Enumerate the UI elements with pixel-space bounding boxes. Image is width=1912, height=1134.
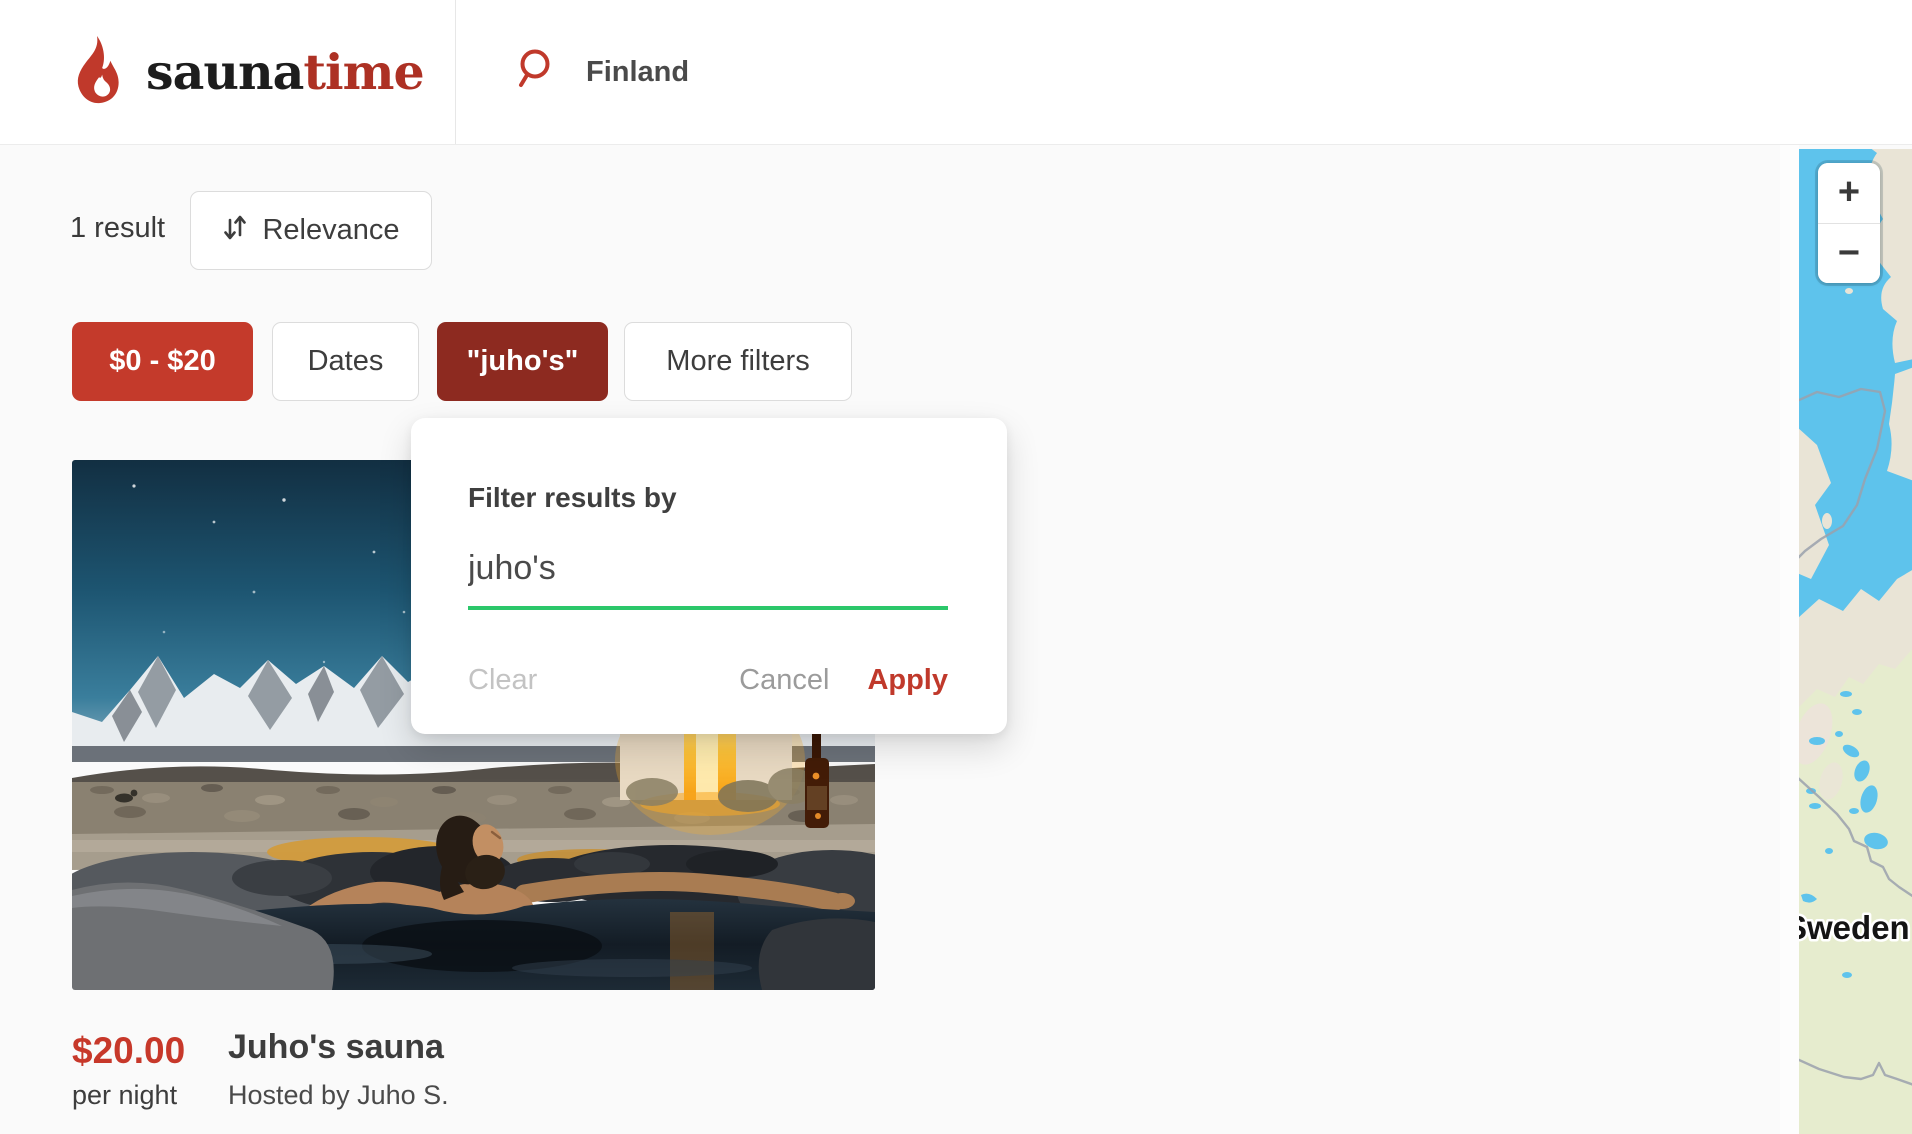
listing-title: Juho's sauna (228, 1028, 444, 1067)
filter-term-button[interactable]: "juho's" (437, 322, 608, 401)
search-bar[interactable]: Finland (516, 40, 689, 104)
listing-price: $20.00 (72, 1030, 185, 1072)
popover-actions: Clear Cancel Apply (468, 664, 948, 697)
listing-price-unit: per night (72, 1080, 177, 1111)
sort-label: Relevance (262, 214, 399, 247)
popover-title: Filter results by (468, 482, 677, 514)
filter-term-input[interactable] (468, 530, 948, 610)
clear-button[interactable]: Clear (468, 664, 537, 697)
brand-logo[interactable]: saunatime (72, 36, 424, 109)
sort-icon (222, 213, 248, 248)
flame-icon (72, 36, 122, 109)
filter-price-button[interactable]: $0 - $20 (72, 322, 253, 401)
map-panel[interactable]: Sweden (1799, 149, 1912, 1134)
zoom-in-button[interactable]: + (1818, 163, 1880, 224)
brand-name-black: sauna (146, 43, 303, 101)
apply-button[interactable]: Apply (867, 664, 948, 697)
filter-dates-button[interactable]: Dates (272, 322, 419, 401)
brand-name-red: time (303, 43, 423, 101)
sort-button[interactable]: Relevance (190, 191, 432, 270)
listing-host: Hosted by Juho S. (228, 1080, 449, 1111)
map-zoom-control: + − (1818, 163, 1880, 283)
zoom-out-button[interactable]: − (1818, 224, 1880, 284)
brand-name: saunatime (146, 48, 424, 97)
map-country-label: Sweden (1799, 909, 1910, 946)
cancel-button[interactable]: Cancel (739, 664, 829, 697)
filter-more-button[interactable]: More filters (624, 322, 852, 401)
filter-popover: Filter results by Clear Cancel Apply (411, 418, 1007, 734)
scrollbar-gutter (1780, 145, 1799, 1134)
search-icon (516, 47, 560, 98)
search-value: Finland (586, 56, 689, 89)
header-divider (455, 0, 456, 144)
results-count: 1 result (70, 212, 165, 245)
app-header: saunatime Finland (0, 0, 1912, 145)
